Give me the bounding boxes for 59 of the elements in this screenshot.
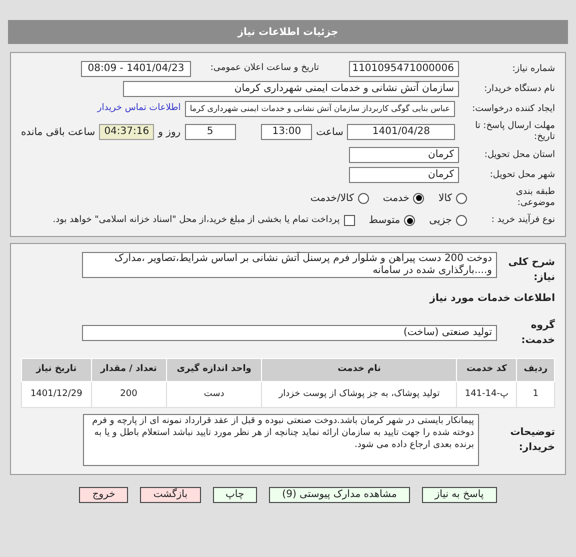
value-field: 1401/04/23 - 08:09 <box>81 61 191 77</box>
value-field: 13:00 <box>261 124 312 140</box>
field-label: نوع فرآیند خرید : <box>490 215 555 226</box>
page-title: جزئیات اطلاعات نیاز <box>238 26 338 40</box>
column-header: تاریخ نیاز <box>22 358 92 381</box>
summary-field: دوخت 200 دست پیراهن و شلوار فرم پرسنل آتش نشانی بر اساس شرایط،تصاویر ،مدارک و....بارگذاری شده در سامانه <box>82 252 497 278</box>
remaining-time: 04:37:16 <box>99 124 154 140</box>
field-label: طبقه بندی موضوعی: <box>514 187 555 209</box>
field-label: نام دستگاه خریدار: <box>483 84 555 94</box>
column-header: کد خدمت <box>456 358 517 381</box>
contact-link[interactable]: اطلاعات تماس خریدار <box>97 102 181 116</box>
remaining-label: ساعت باقی مانده <box>20 126 96 140</box>
field-label: شماره نیاز: <box>511 64 555 74</box>
column-header: نام خدمت <box>262 358 457 381</box>
value-field: عباس بنایی گوگی کاربرداز سازمان آتش نشانی و خدمات ایمنی شهرداری کرما <box>184 101 455 117</box>
field-label: استان محل تحویل: <box>483 150 555 160</box>
column-header: تعداد / مقدار <box>91 358 166 381</box>
table-cell: 1 <box>516 381 554 408</box>
radio-label: خدمت <box>382 192 410 206</box>
table-cell: 200 <box>91 381 166 408</box>
field-label: مهلت ارسال پاسخ: تا تاریخ: <box>474 121 555 143</box>
value-field: 1101095471000006 <box>349 61 459 77</box>
notes-field: پیمانکار بایستی در شهر کرمان باشد.دوخت صنعتی نبوده و قبل از عقد قرارداد نمونه ای از پارچه و فرم دوخته شده را جهت تایید به سازمان ارائه نماید چنانچه از هر نظر مورد تایید نباشد استعلام باطل و یا به برنده بعدی ارجاع داده می شود. <box>83 414 479 466</box>
value-field: کرمان <box>349 147 459 163</box>
checkbox-label: پرداخت تمام یا بخشی از مبلغ خرید،از محل "اسناد خزانه اسلامی" خواهد بود. <box>52 214 340 227</box>
radio-label: متوسط <box>368 214 400 228</box>
column-header: ردیف <box>516 358 554 381</box>
field-label: تاریخ و ساعت اعلان عمومی: <box>209 62 319 76</box>
time-label: ساعت <box>316 126 344 140</box>
radio-button[interactable] <box>358 192 369 204</box>
radio-label: کالا/خدمت <box>310 192 354 206</box>
field-label: توضیحات خریدار: <box>509 426 555 455</box>
radio-button[interactable] <box>413 192 424 204</box>
value-field: تولید صنعتی (ساخت) <box>82 325 497 341</box>
radio-button[interactable] <box>456 215 467 226</box>
table-cell: دست <box>166 381 262 408</box>
field-label: شرح کلی نیاز: <box>507 256 555 285</box>
column-header: واحد اندازه گیری <box>166 358 262 381</box>
field-label: شهر محل تحویل: <box>488 170 555 180</box>
value-field: 5 <box>184 124 236 140</box>
field-label: گروه خدمت: <box>520 318 555 348</box>
radio-label: جزیی <box>429 214 452 228</box>
field-label: ایجاد کننده درخواست: <box>471 104 555 114</box>
action-button[interactable]: پاسخ به نیاز <box>422 487 497 503</box>
action-button[interactable]: خروج <box>79 487 128 503</box>
value-field: 1401/04/28 <box>347 124 455 140</box>
action-button[interactable]: بازگشت <box>140 487 200 503</box>
checkbox[interactable] <box>344 215 355 226</box>
table-cell: 1401/12/29 <box>22 381 92 408</box>
days-label: روز و <box>158 126 181 140</box>
radio-label: کالا <box>438 192 452 206</box>
action-button[interactable]: چاپ <box>212 487 258 503</box>
value-field: کرمان <box>349 167 459 183</box>
action-button[interactable]: مشاهده مدارک پیوستی (9) <box>269 487 410 503</box>
radio-button[interactable] <box>404 215 416 226</box>
table-cell: پ-14-141 <box>456 381 517 408</box>
radio-button[interactable] <box>456 192 467 204</box>
section-title: اطلاعات خدمات مورد نیاز <box>428 292 555 306</box>
table-cell: تولید پوشاک، به جز پوشاک از پوست خزدار <box>262 381 457 408</box>
